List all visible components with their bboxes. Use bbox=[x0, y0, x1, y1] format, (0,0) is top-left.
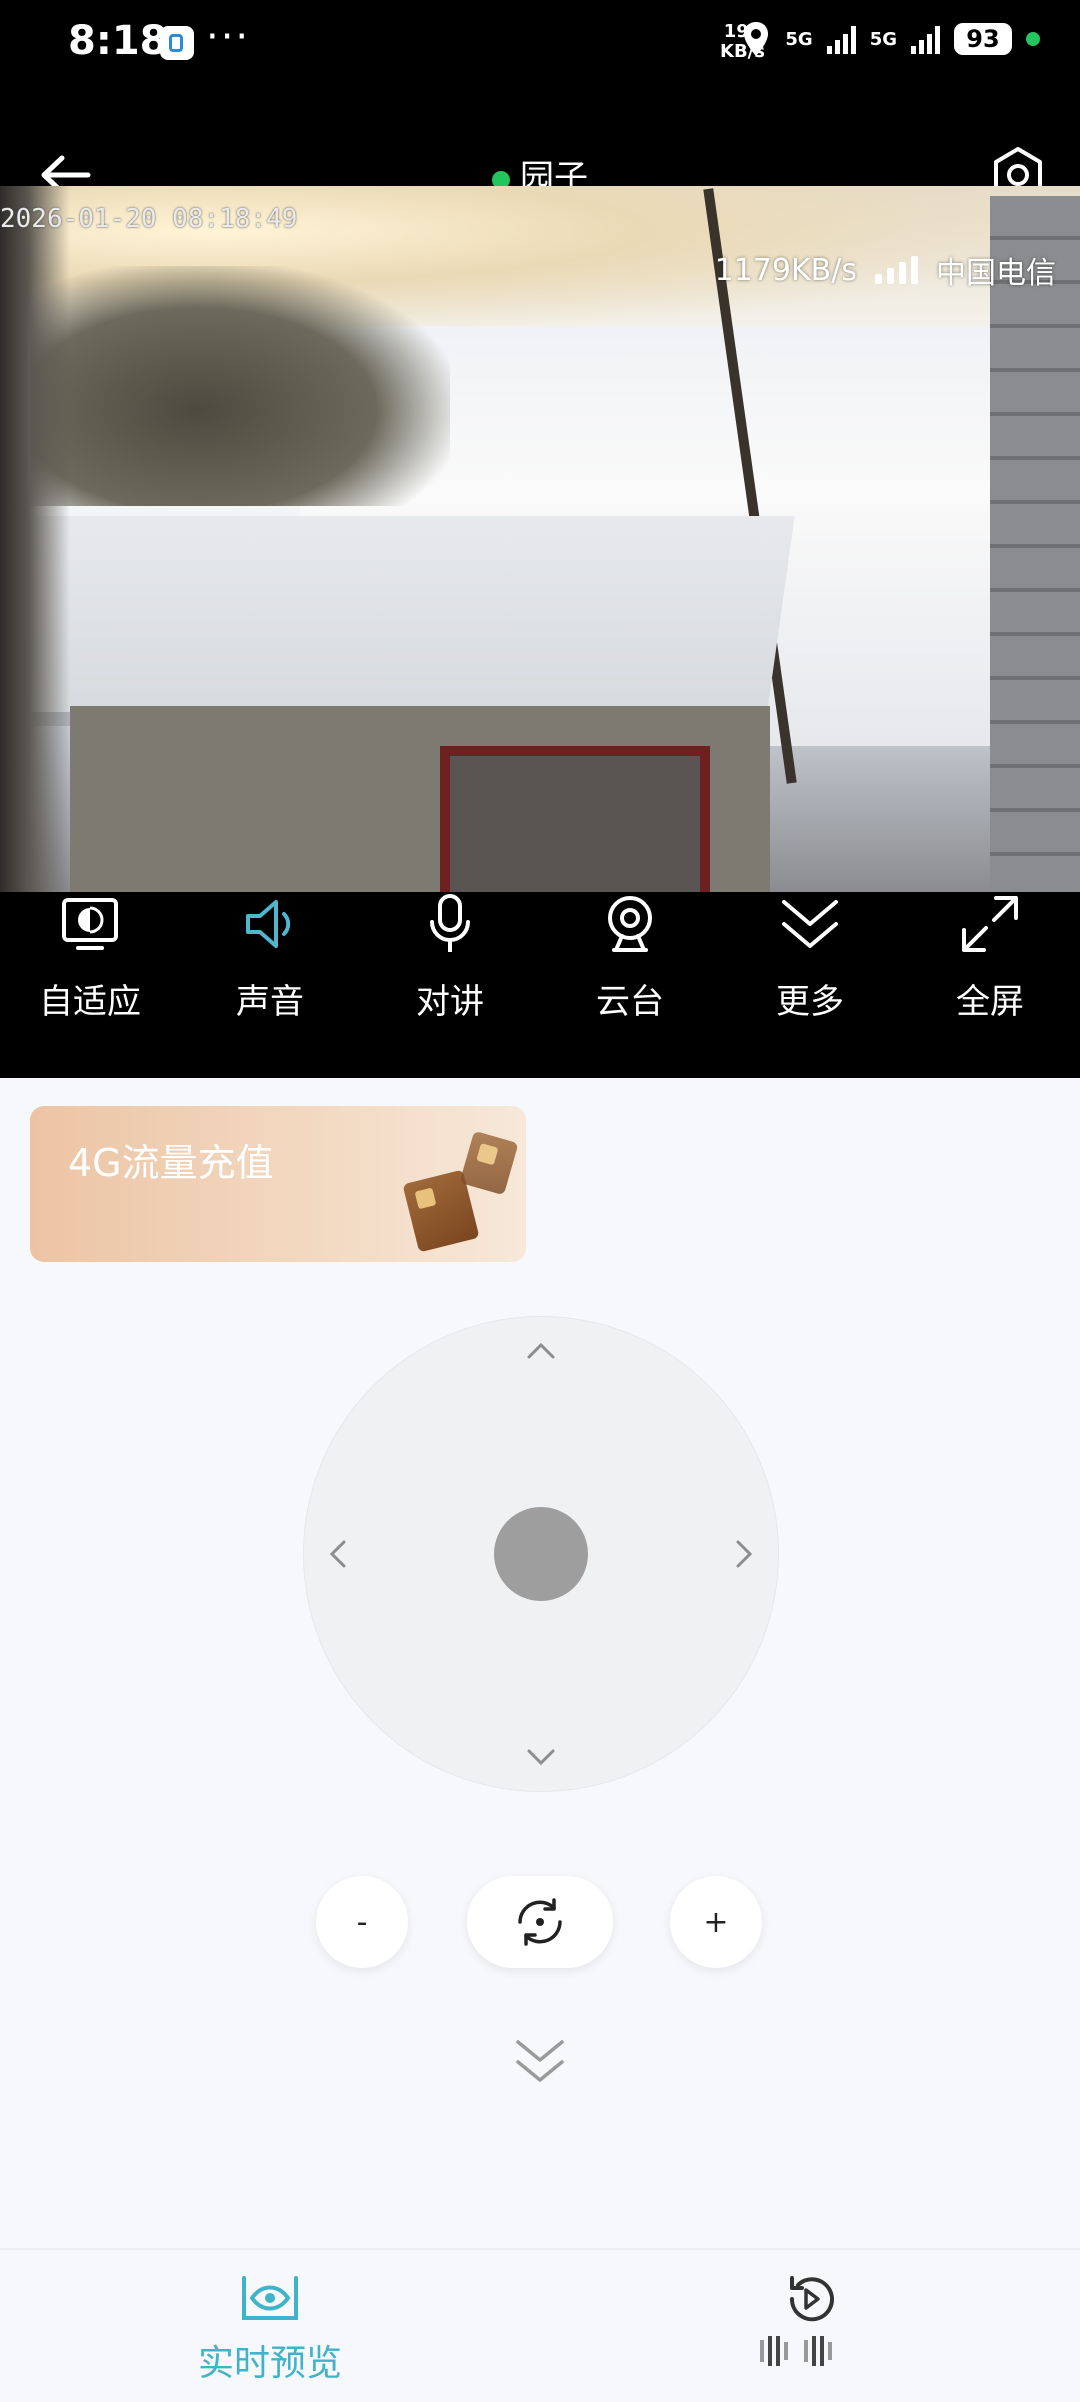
more-button[interactable]: 更多 bbox=[720, 892, 900, 1078]
network-type-1: 5G bbox=[785, 28, 813, 50]
ptz-label: 云台 bbox=[596, 982, 664, 1022]
signal-bars-2-icon bbox=[911, 24, 940, 54]
expand-panel-chevron-icon[interactable] bbox=[510, 2032, 570, 2092]
camera-carrier: 中国电信 bbox=[936, 256, 1056, 291]
sound-label: 声音 bbox=[236, 982, 304, 1022]
joystick-knob[interactable] bbox=[494, 1507, 588, 1601]
ptz-button[interactable]: 云台 bbox=[540, 892, 720, 1078]
pan-down-icon[interactable] bbox=[521, 1737, 561, 1777]
privacy-indicator-dot bbox=[1026, 32, 1040, 46]
more-label: 更多 bbox=[776, 982, 844, 1022]
video-timestamp: 2026-01-20 08:18:49 bbox=[0, 204, 298, 234]
tab-playback[interactable] bbox=[760, 2270, 860, 2334]
app-notification-icon bbox=[160, 26, 194, 60]
video-control-bar: 自适应 声音 对讲 云台 更多 全屏 bbox=[0, 892, 1080, 1078]
camera-signal-icon bbox=[875, 256, 918, 284]
talk-label: 对讲 bbox=[416, 982, 484, 1022]
rotate-icon bbox=[518, 1898, 562, 1946]
fullscreen-label: 全屏 bbox=[956, 982, 1024, 1022]
sound-button[interactable]: 声音 bbox=[180, 892, 360, 1078]
rotate-button[interactable] bbox=[467, 1876, 613, 1968]
location-icon bbox=[744, 22, 769, 56]
pan-left-icon[interactable] bbox=[318, 1534, 358, 1574]
signal-bars-1-icon bbox=[826, 24, 856, 54]
zoom-in-button[interactable]: + bbox=[670, 1876, 762, 1968]
fullscreen-icon bbox=[962, 896, 1018, 952]
tab-live-preview[interactable]: 实时预览 bbox=[190, 2270, 350, 2386]
ptz-joystick[interactable] bbox=[303, 1316, 779, 1792]
bottom-navigation: 实时预览 bbox=[0, 2248, 1080, 2402]
speaker-icon bbox=[246, 900, 291, 948]
battery-indicator: 93 bbox=[954, 23, 1012, 55]
fullscreen-button[interactable]: 全屏 bbox=[900, 892, 1080, 1078]
tab-live-label: 实时预览 bbox=[197, 2343, 342, 2384]
network-type-2: 5G bbox=[869, 28, 897, 50]
zoom-in-label: + bbox=[703, 1904, 729, 1940]
status-time: 8:18 bbox=[68, 18, 168, 64]
pan-right-icon[interactable] bbox=[724, 1534, 764, 1574]
video-status-overlay: 1179KB/s 中国电信 bbox=[715, 248, 1056, 292]
pan-up-icon[interactable] bbox=[521, 1331, 561, 1371]
adaptive-label: 自适应 bbox=[39, 982, 141, 1022]
data-recharge-banner[interactable]: 4G流量充值 bbox=[30, 1106, 526, 1262]
adaptive-button[interactable]: 自适应 bbox=[0, 892, 180, 1078]
chevron-down-icon bbox=[782, 900, 838, 948]
microphone-icon bbox=[430, 894, 470, 952]
video-bitrate: 1179KB/s bbox=[714, 252, 857, 288]
zoom-out-button[interactable]: - bbox=[316, 1876, 408, 1968]
sim-card-icon-2 bbox=[459, 1130, 519, 1196]
more-notifications-icon: ··· bbox=[206, 14, 251, 60]
status-bar: 8:18 ··· 193 KB/s 5G 5G 93 bbox=[0, 0, 1080, 90]
playback-history-icon bbox=[789, 2276, 834, 2322]
zoom-out-label: - bbox=[356, 1904, 368, 1940]
data-recharge-text: 4G流量充值 bbox=[68, 1141, 274, 1185]
talk-button[interactable]: 对讲 bbox=[360, 892, 540, 1078]
adaptive-screen-icon bbox=[62, 898, 118, 950]
camera-ptz-icon bbox=[608, 896, 652, 952]
live-video-feed[interactable]: 2026-01-20 08:18:49 1179KB/s 中国电信 bbox=[0, 186, 1080, 892]
system-nav-indicator bbox=[760, 2336, 832, 2366]
eye-icon bbox=[242, 2276, 298, 2320]
